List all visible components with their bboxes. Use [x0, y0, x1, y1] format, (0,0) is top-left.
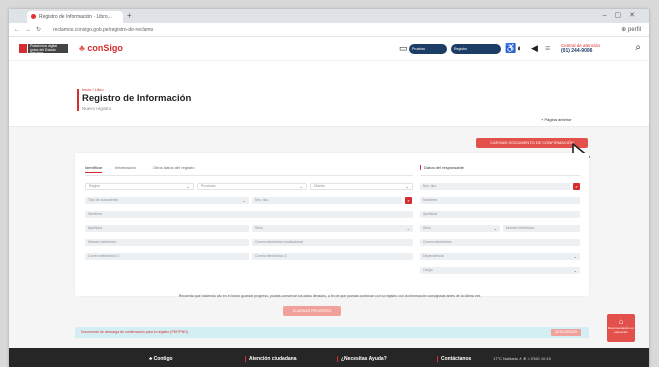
sex-value: Sexo	[255, 226, 263, 230]
district-value: Distrito	[314, 184, 325, 188]
volume-icon[interactable]: ◀	[531, 43, 538, 54]
document-type-value: Tipo de documento	[88, 198, 118, 202]
fab-label: Recomendación en educación	[608, 326, 634, 334]
nav-buttons-icon[interactable]: ←→↻	[14, 26, 46, 33]
site-logo[interactable]: ♣ conSigo	[79, 43, 123, 53]
accessibility-icon[interactable]: ♿	[505, 43, 516, 54]
province-select[interactable]: Provincia ⌄	[197, 183, 307, 190]
page-title: Registro de Información	[82, 93, 192, 104]
chevron-down-icon: ⌄	[406, 226, 410, 231]
profile-menu[interactable]: ⊕ perfil	[621, 26, 641, 33]
browser-tab[interactable]: Registro de Información · Libro...	[27, 11, 123, 23]
institutional-email-input[interactable]: Correo electrónico institucional	[252, 239, 413, 246]
tab-informacion[interactable]: Información	[115, 165, 136, 170]
phone-number: (01) 244-9006	[561, 48, 593, 54]
gov-label[interactable]: Plataforma digital única del Estado Peru…	[28, 44, 68, 53]
email-2-input[interactable]: Correo electrónico 2	[252, 253, 413, 260]
region-select[interactable]: Región ⌄	[85, 183, 194, 190]
url-field[interactable]: reclamos.consigo.gob.pe/registro-de-recl…	[53, 26, 353, 34]
doc-number-input[interactable]: Nro. doc.	[252, 197, 402, 204]
chevron-down-icon: ⌄	[405, 184, 409, 189]
surnames-input[interactable]: Apellidos	[85, 225, 249, 232]
download-button[interactable]: DESCARGAR	[551, 329, 581, 336]
position-select[interactable]: Cargo ⌄	[420, 267, 580, 274]
alert-text: Documento de descarga de confirmación pa…	[81, 330, 189, 334]
system-tray: 17°C Nublado ∧ ⊕ ⌂ ENG 10:15	[493, 356, 551, 361]
monitor-icon[interactable]: ▭	[399, 43, 408, 54]
document-type-select[interactable]: Tipo de documento ⌄	[85, 197, 249, 204]
title-accent	[77, 89, 79, 111]
browser-tab-title: Registro de Información · Libro...	[39, 14, 112, 20]
phone-contact[interactable]: Central de atención (01) 244-9006	[561, 43, 600, 54]
browser-window: Registro de Información · Libro... + –▢✕…	[9, 9, 649, 367]
district-select[interactable]: Distrito ⌄	[310, 183, 413, 190]
tab-identificar[interactable]: Identificar	[85, 165, 103, 173]
tabs-divider	[85, 175, 413, 176]
save-progress-button[interactable]: GUARDAR PROGRESO	[283, 306, 341, 316]
contrast-icon[interactable]: ◐	[517, 43, 522, 53]
responsible-doc-input[interactable]: Nro. doc.	[420, 183, 570, 190]
new-tab-icon[interactable]: +	[127, 11, 132, 20]
chevron-down-icon: ⌄	[493, 226, 497, 231]
tool-pill-2[interactable]: Registro	[451, 44, 501, 54]
responsible-email-input[interactable]: Correo electrónico	[420, 239, 580, 246]
names-input[interactable]: Nombres	[85, 211, 413, 218]
footer-atencion[interactable]: Atención ciudadana	[245, 356, 297, 362]
chevron-down-icon: ⌄	[573, 254, 577, 259]
tab-otros-datos[interactable]: Otros datos del registro	[153, 165, 195, 170]
title-area: Inicio / Libro Registro de Información N…	[9, 61, 649, 127]
search-responsible-button[interactable]: ⌕	[573, 183, 580, 190]
peru-flag-icon	[19, 44, 27, 53]
download-alert: Documento de descarga de confirmación pa…	[75, 327, 589, 338]
sex-select[interactable]: Sexo ⌄	[252, 225, 413, 232]
tool-pill-1[interactable]: Pruebas	[409, 44, 447, 54]
right-divider	[420, 175, 580, 176]
dependency-select[interactable]: Dependencia ⌄	[420, 253, 580, 260]
footer-contacto[interactable]: Contáctanos	[437, 356, 471, 362]
page-subtitle: Nuevo registro	[82, 106, 112, 111]
email-1-input[interactable]: Correo electrónico 1	[85, 253, 249, 260]
site-header: Plataforma digital única del Estado Peru…	[9, 37, 649, 61]
favicon-icon	[31, 14, 36, 19]
chevron-down-icon: ⌄	[299, 184, 303, 189]
footer-ayuda[interactable]: ¿Necesitas Ayuda?	[337, 356, 387, 362]
breadcrumb[interactable]: Inicio / Libro	[82, 87, 104, 92]
responsible-sex-select[interactable]: Sexo ⌄	[420, 225, 500, 232]
phone-input[interactable]: Número telefónico	[85, 239, 249, 246]
search-icon[interactable]: ⌕	[635, 42, 641, 53]
province-value: Provincia	[201, 184, 216, 188]
menu-icon[interactable]: ≡	[545, 43, 550, 53]
footer-contigo-label: Contigo	[153, 356, 173, 362]
responsible-title: Datos del responsable	[420, 165, 464, 170]
logo-text: conSigo	[87, 43, 123, 53]
chevron-down-icon: ⌄	[186, 184, 190, 189]
search-doc-button[interactable]: ⌕	[405, 197, 412, 204]
responsible-surnames-input[interactable]: Apellidos	[420, 211, 580, 218]
chevron-down-icon: ⌄	[573, 268, 577, 273]
responsible-names-input[interactable]: Nombres	[420, 197, 580, 204]
browser-tabbar: Registro de Información · Libro... + –▢✕	[9, 9, 649, 23]
main-content: CARGAR DOCUMENTO DE CONFIRMACIÓN Identif…	[9, 127, 649, 348]
site-footer: ♣ Contigo Atención ciudadana ¿Necesitas …	[9, 348, 649, 367]
position-value: Cargo	[423, 268, 433, 272]
floating-help-button[interactable]: ⌂ Recomendación en educación	[607, 314, 635, 342]
responsible-sex-value: Sexo	[423, 226, 431, 230]
chevron-down-icon: ⌄	[242, 198, 246, 203]
footer-contigo[interactable]: ♣ Contigo	[149, 356, 173, 362]
dependency-value: Dependencia	[423, 254, 444, 258]
region-value: Región	[89, 184, 101, 188]
form-card: Identificar Información Otros datos del …	[75, 153, 589, 296]
responsible-phone-input[interactable]: Número telefónico	[503, 225, 580, 232]
save-progress-note: Recuerda que haciendo clic en el botón g…	[178, 294, 482, 298]
window-controls[interactable]: –▢✕	[603, 11, 643, 19]
back-link[interactable]: + Página anterior	[541, 117, 572, 122]
address-bar: ←→↻ reclamos.consigo.gob.pe/registro-de-…	[9, 23, 649, 37]
